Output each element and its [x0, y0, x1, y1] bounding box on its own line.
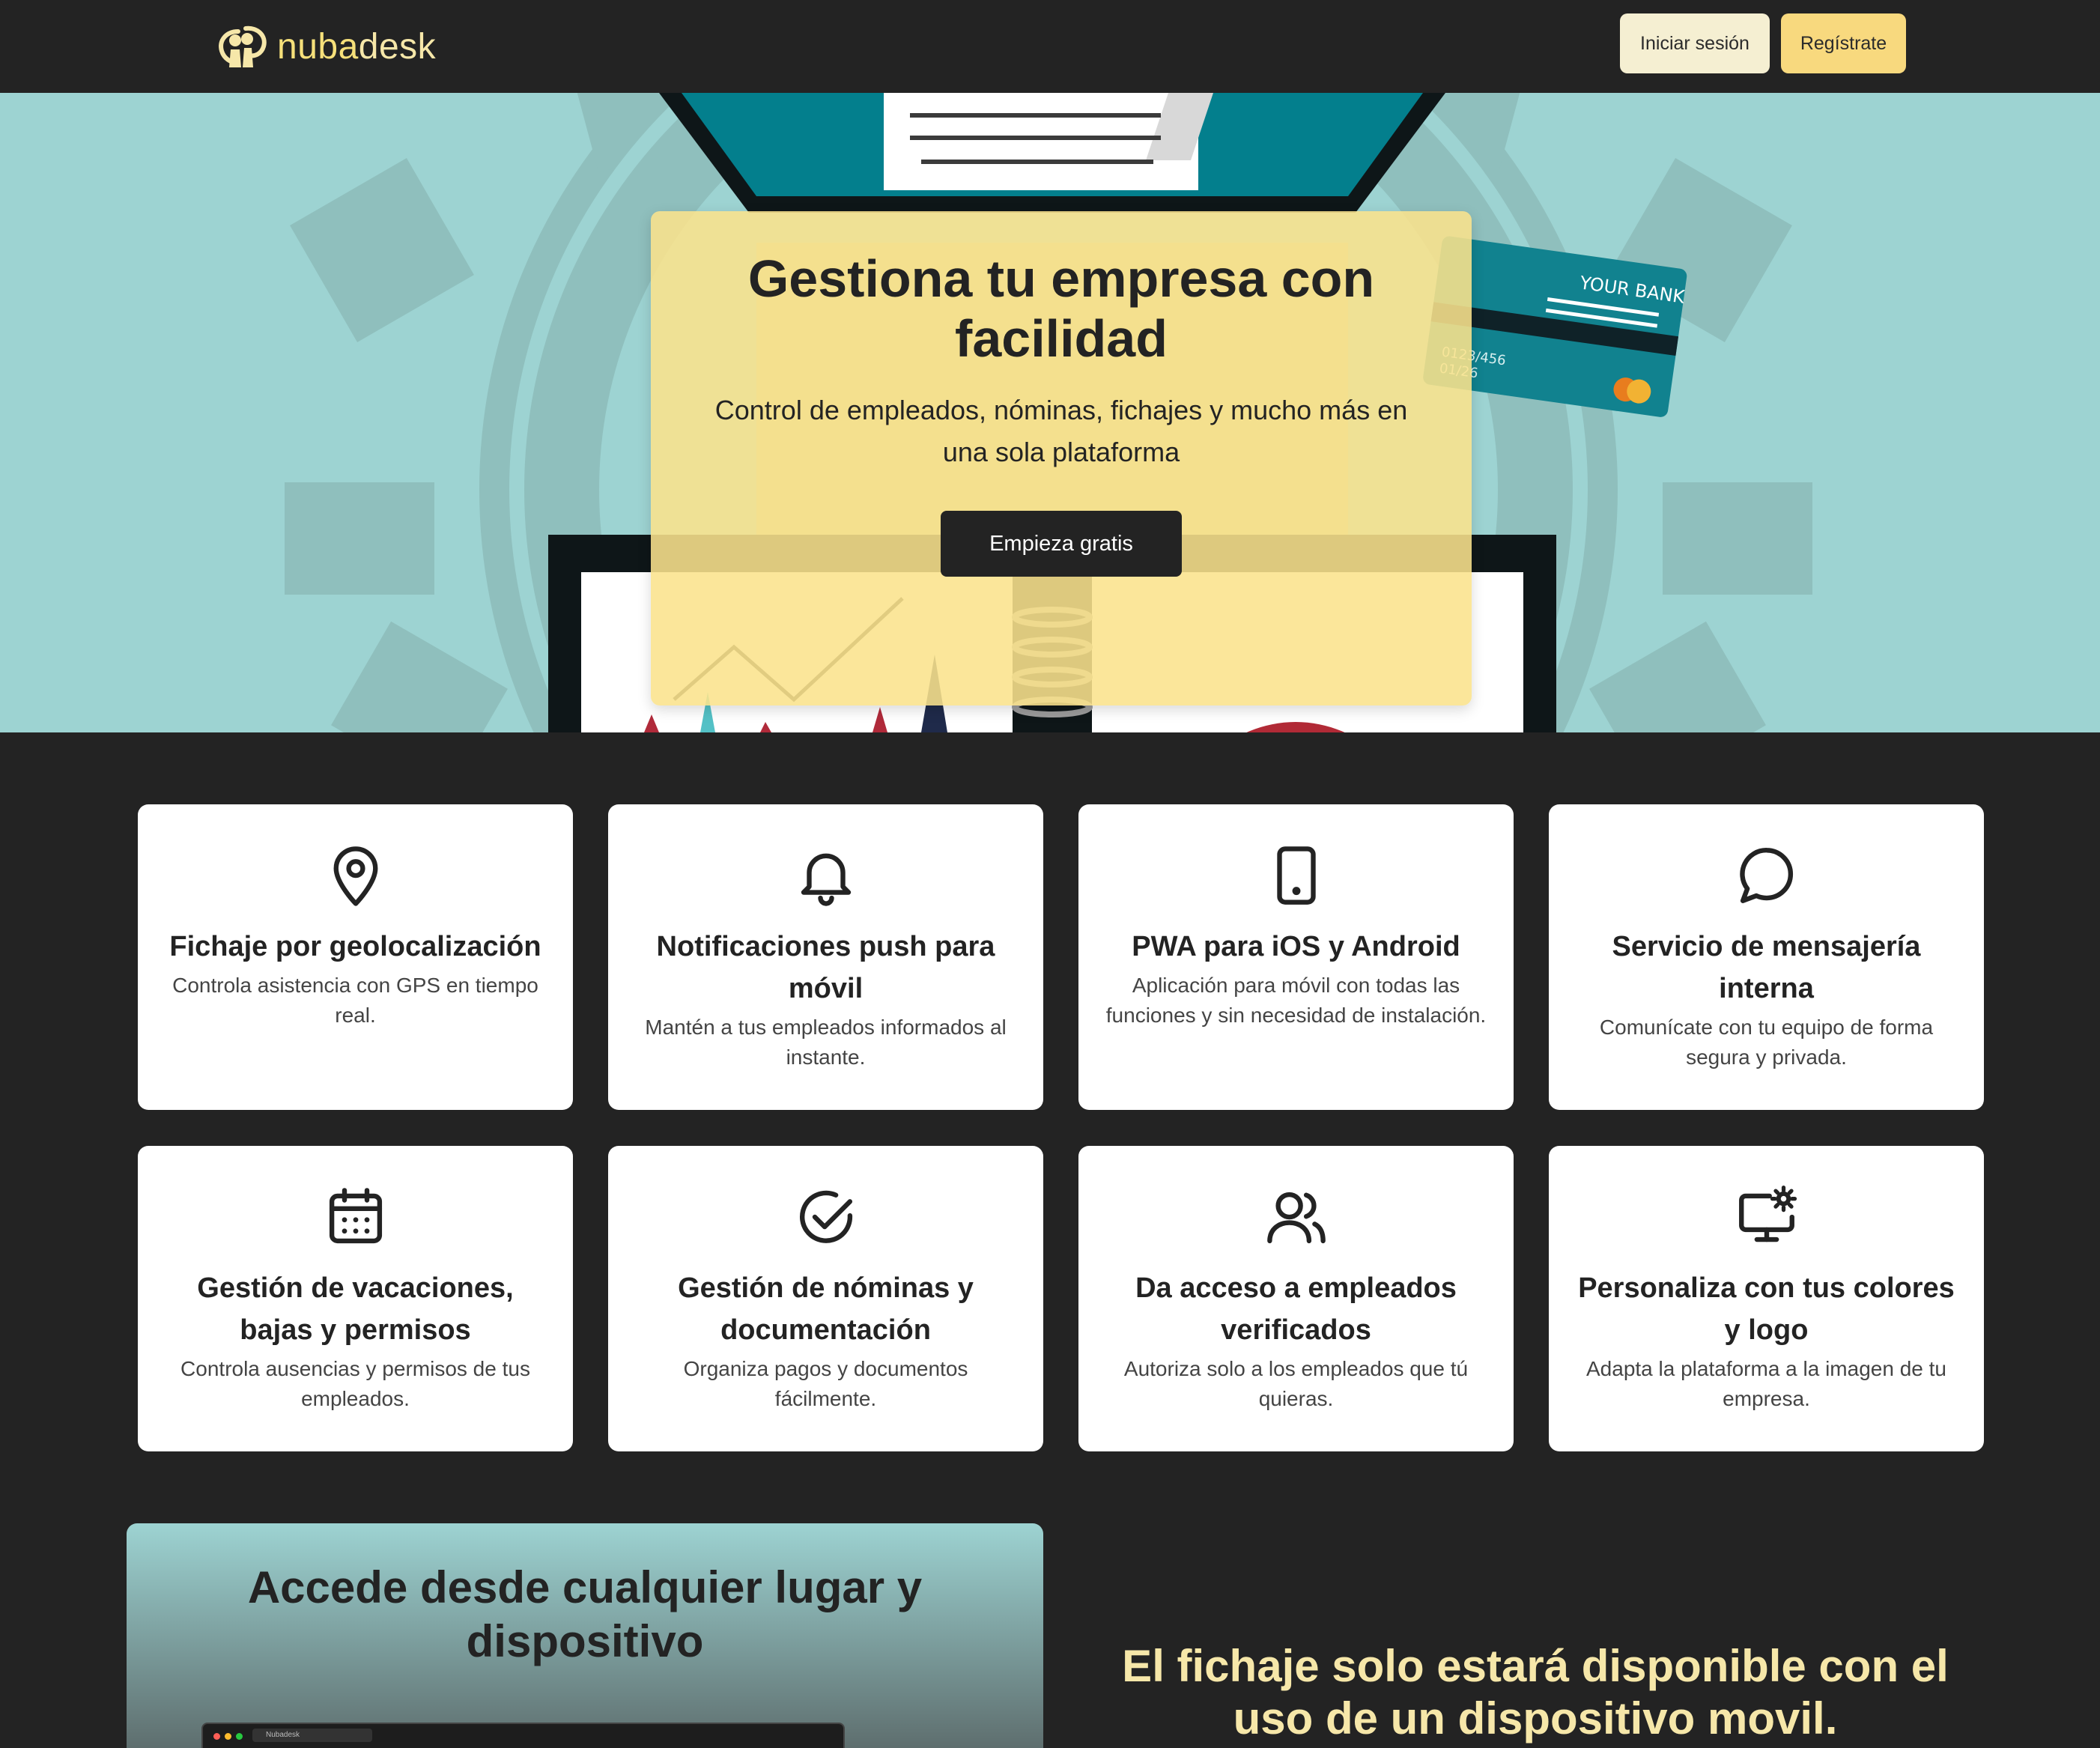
brand-logo[interactable]: nubadesk: [216, 22, 436, 70]
feature-card-verified-access: Da acceso a empleados verificados Autori…: [1078, 1146, 1514, 1451]
start-free-button[interactable]: Empieza gratis: [941, 511, 1182, 577]
top-navbar: nubadesk Iniciar sesión Regístrate: [0, 0, 2100, 94]
register-button[interactable]: Regístrate: [1781, 13, 1906, 73]
access-title: Accede desde cualquier lugar y dispositi…: [247, 1562, 923, 1666]
feature-card-payroll: Gestión de nóminas y documentación Organ…: [608, 1146, 1043, 1451]
feature-card-pwa: PWA para iOS y Android Aplicación para m…: [1078, 804, 1514, 1110]
feature-title: Gestión de nóminas y documentación: [678, 1272, 974, 1346]
maximize-dot-icon: [236, 1733, 243, 1740]
features-grid: Fichaje por geolocalización Controla asi…: [138, 804, 1985, 1451]
hero-title: Gestiona tu empresa con facilidad: [747, 249, 1375, 368]
feature-title: Fichaje por geolocalización: [169, 931, 541, 962]
calendar-icon: [329, 1188, 382, 1244]
feature-card-push-notifications: Notificaciones push para móvil Mantén a …: [608, 804, 1043, 1110]
bell-icon: [801, 853, 851, 906]
feature-card-geolocation: Fichaje por geolocalización Controla asi…: [138, 804, 573, 1110]
feature-title: PWA para iOS y Android: [1132, 931, 1460, 962]
chat-bubble-icon: [1739, 848, 1793, 903]
mobile-only-note: El fichaje solo estará disponible con el…: [1122, 1641, 1949, 1744]
access-anywhere-panel: Accede desde cualquier lugar y dispositi…: [127, 1523, 1043, 1748]
browser-tab: Nubadesk: [252, 1729, 372, 1742]
monitor-gear-icon: [1738, 1186, 1797, 1242]
feature-title: Notificaciones push para móvil: [656, 931, 995, 1004]
feature-description: Organiza pagos y documentos fácilmente.: [683, 1357, 968, 1410]
hero-card: Gestiona tu empresa con facilidad Contro…: [651, 211, 1472, 705]
feature-title: Gestión de vacaciones, bajas y permisos: [197, 1272, 514, 1346]
minimize-dot-icon: [225, 1733, 231, 1740]
hero-section: YOUR BANK 0123/456 01/26 Gestiona tu emp…: [0, 93, 2100, 732]
feature-description: Autoriza solo a los empleados que tú qui…: [1123, 1357, 1469, 1410]
feature-title: Servicio de mensajería interna: [1612, 931, 1921, 1004]
feature-description: Controla ausencias y permisos de tus emp…: [180, 1357, 530, 1410]
brand-name: nubadesk: [277, 26, 437, 67]
check-circle-icon: [799, 1190, 852, 1243]
feature-description: Comunícate con tu equipo de forma segura…: [1599, 1016, 1934, 1069]
feature-description: Controla asistencia con GPS en tiempo re…: [172, 974, 538, 1027]
hero-subtitle: Control de empleados, nóminas, fichajes …: [714, 395, 1408, 467]
users-icon: [1266, 1192, 1326, 1244]
feature-card-messaging: Servicio de mensajería interna Comunícat…: [1549, 804, 1984, 1110]
nubadesk-logo-icon: [219, 25, 267, 67]
browser-preview: Nubadesk: [201, 1723, 845, 1748]
close-dot-icon: [213, 1733, 220, 1740]
tablet-icon: [1276, 846, 1316, 905]
map-pin-icon: [333, 846, 377, 906]
feature-card-customization: Personaliza con tus colores y logo Adapt…: [1549, 1146, 1984, 1451]
feature-card-vacations: Gestión de vacaciones, bajas y permisos …: [138, 1146, 573, 1451]
feature-title: Da acceso a empleados verificados: [1135, 1272, 1457, 1346]
login-button[interactable]: Iniciar sesión: [1620, 13, 1770, 73]
feature-description: Mantén a tus empleados informados al ins…: [645, 1016, 1007, 1069]
feature-title: Personaliza con tus colores y logo: [1578, 1272, 1955, 1346]
feature-description: Adapta la plataforma a la imagen de tu e…: [1586, 1357, 1946, 1410]
feature-description: Aplicación para móvil con todas las func…: [1105, 974, 1487, 1027]
